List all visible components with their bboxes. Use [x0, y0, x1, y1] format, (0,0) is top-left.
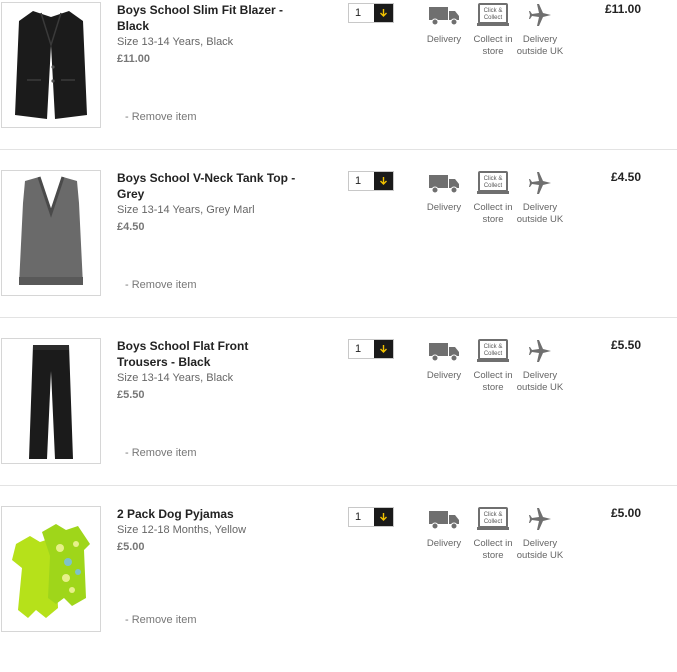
plane-icon [510, 336, 570, 366]
remove-item-link[interactable]: - Remove item [125, 447, 197, 459]
quantity-select[interactable]: 1 [348, 3, 394, 23]
outside-uk-label: Delivery outside UK [516, 370, 564, 393]
cart-item-row: Boys School Slim Fit Blazer - Black Size… [0, 0, 677, 168]
product-image-trousers[interactable] [1, 338, 101, 464]
quantity-value: 1 [355, 175, 362, 187]
product-name[interactable]: Boys School Slim Fit Blazer - Black [117, 2, 302, 34]
product-image-tank-top[interactable] [1, 170, 101, 296]
arrow-down-icon[interactable] [374, 508, 393, 526]
outside-uk-option: Delivery outside UK [510, 504, 570, 562]
outside-uk-label: Delivery outside UK [516, 34, 564, 57]
unit-price: £5.00 [117, 541, 145, 553]
svg-text:Click &: Click & [484, 512, 503, 518]
line-total-price: £11.00 [604, 2, 641, 16]
outside-uk-label: Delivery outside UK [516, 538, 564, 561]
outside-uk-option: Delivery outside UK [510, 0, 570, 58]
svg-text:Click &: Click & [484, 344, 503, 350]
row-divider [0, 317, 677, 318]
product-name[interactable]: 2 Pack Dog Pyjamas [117, 506, 302, 522]
unit-price: £5.50 [117, 389, 145, 401]
row-divider [0, 149, 677, 150]
outside-uk-option: Delivery outside UK [510, 336, 570, 394]
svg-text:Collect: Collect [484, 351, 503, 357]
product-name[interactable]: Boys School Flat Front Trousers - Black [117, 338, 302, 370]
plane-icon [510, 504, 570, 534]
quantity-select[interactable]: 1 [348, 171, 394, 191]
cart-item-row: Boys School Flat Front Trousers - Black … [0, 336, 677, 504]
row-divider [0, 485, 677, 486]
product-image-blazer[interactable] [1, 2, 101, 128]
quantity-value: 1 [355, 511, 362, 523]
arrow-down-icon[interactable] [374, 4, 393, 22]
line-total-price: £5.50 [610, 338, 641, 352]
product-image-pyjamas[interactable] [1, 506, 101, 632]
line-total-price: £4.50 [610, 170, 641, 184]
quantity-select[interactable]: 1 [348, 507, 394, 527]
arrow-down-icon[interactable] [374, 340, 393, 358]
quantity-select[interactable]: 1 [348, 339, 394, 359]
product-variant: Size 12-18 Months, Yellow [117, 524, 247, 536]
svg-text:Click &: Click & [484, 8, 503, 14]
plane-icon [510, 168, 570, 198]
product-name[interactable]: Boys School V-Neck Tank Top - Grey [117, 170, 302, 202]
product-variant: Size 13-14 Years, Black [117, 372, 234, 384]
product-variant: Size 13-14 Years, Grey Marl [117, 204, 255, 216]
outside-uk-option: Delivery outside UK [510, 168, 570, 226]
quantity-value: 1 [355, 7, 362, 19]
plane-icon [510, 0, 570, 30]
product-variant: Size 13-14 Years, Black [117, 36, 234, 48]
svg-text:Collect: Collect [484, 519, 503, 525]
arrow-down-icon[interactable] [374, 172, 393, 190]
svg-text:Click &: Click & [484, 176, 503, 182]
unit-price: £4.50 [117, 221, 145, 233]
remove-item-link[interactable]: - Remove item [125, 111, 197, 123]
unit-price: £11.00 [117, 53, 151, 65]
line-total-price: £5.00 [610, 506, 641, 520]
remove-item-link[interactable]: - Remove item [125, 614, 197, 626]
svg-text:Collect: Collect [484, 15, 503, 21]
quantity-value: 1 [355, 343, 362, 355]
svg-text:Collect: Collect [484, 183, 503, 189]
remove-item-link[interactable]: - Remove item [125, 279, 197, 291]
cart-item-row: Boys School V-Neck Tank Top - Grey Size … [0, 168, 677, 336]
outside-uk-label: Delivery outside UK [516, 202, 564, 225]
cart-item-row: 2 Pack Dog Pyjamas Size 12-18 Months, Ye… [0, 504, 677, 672]
